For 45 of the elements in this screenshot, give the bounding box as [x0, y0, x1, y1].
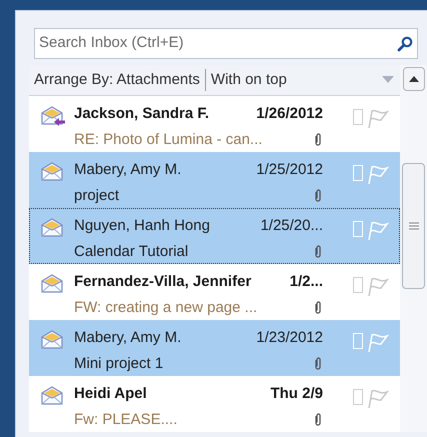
message-row[interactable]: Jackson, Sandra F. 1/26/2012 RE: Photo of Lumina - can... — [29, 96, 400, 152]
sender-name: Jackson, Sandra F. — [74, 104, 210, 124]
message-date: 1/23/2012 — [256, 328, 323, 348]
sender-name: Nguyen, Hanh Hong — [74, 216, 210, 236]
sender-name: Mabery, Amy M. — [74, 160, 182, 180]
category-box[interactable] — [353, 109, 363, 125]
paperclip-icon — [313, 132, 323, 147]
paperclip-icon — [313, 300, 323, 315]
dropdown-icon[interactable] — [382, 76, 394, 84]
paperclip-icon — [313, 244, 323, 259]
message-subject: RE: Photo of Lumina - can... — [74, 130, 262, 150]
message-date: 1/25/2012 — [256, 160, 323, 180]
sender-name: Mabery, Amy M. — [74, 328, 182, 348]
flag-icon[interactable] — [367, 389, 389, 409]
grip-icon — [408, 222, 418, 230]
sender-name: Fernandez-Villa, Jennifer — [74, 272, 252, 292]
scrollbar[interactable] — [400, 65, 427, 432]
envelope-reply-icon — [40, 105, 66, 127]
message-subject: Calendar Tutorial — [74, 242, 188, 262]
message-subject: project — [74, 186, 120, 206]
sender-name: Heidi Apel — [74, 384, 147, 404]
arrange-label[interactable]: Arrange By: Attachments — [34, 68, 206, 92]
paperclip-icon — [313, 356, 323, 371]
paperclip-icon — [313, 412, 323, 427]
message-row[interactable]: Heidi Apel Thu 2/9 Fw: PLEASE.... — [29, 376, 400, 432]
message-date: 1/25/20... — [260, 216, 323, 236]
search-field[interactable]: Search Inbox (Ctrl+E) — [34, 28, 418, 59]
scroll-thumb[interactable] — [402, 163, 425, 289]
message-date: Thu 2/9 — [270, 384, 323, 404]
paperclip-icon — [313, 188, 323, 203]
sort-order[interactable]: With on top — [206, 68, 382, 92]
message-subject: Fw: PLEASE.... — [74, 410, 178, 430]
flag-icon[interactable] — [367, 277, 389, 297]
message-subject: FW: creating a new page ... — [74, 298, 258, 318]
message-row[interactable]: Fernandez-Villa, Jennifer 1/2... FW: creating a new page ... — [29, 264, 400, 320]
flag-icon[interactable] — [367, 109, 389, 129]
message-date: 1/26/2012 — [256, 104, 323, 124]
search-icon[interactable] — [397, 36, 413, 52]
message-date: 1/2... — [290, 272, 323, 292]
scroll-up-button[interactable] — [402, 67, 424, 91]
search-input[interactable]: Search Inbox (Ctrl+E) — [39, 32, 397, 55]
category-box[interactable] — [353, 389, 363, 405]
category-box[interactable] — [353, 277, 363, 293]
up-arrow-icon — [408, 76, 418, 82]
message-subject: Mini project 1 — [74, 354, 164, 374]
